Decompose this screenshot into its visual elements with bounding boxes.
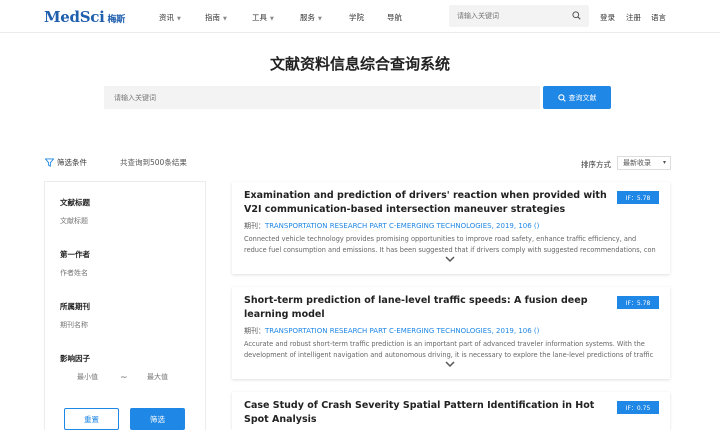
register-link[interactable]: 注册 xyxy=(626,12,641,23)
result-title[interactable]: Examination and prediction of drivers' r… xyxy=(244,189,614,217)
nav-item-navigation[interactable]: 导航 xyxy=(387,12,402,23)
result-abstract: Accurate and robust short-term traffic p… xyxy=(244,340,654,359)
title-filter-input[interactable] xyxy=(60,215,190,227)
range-separator: ~ xyxy=(120,373,128,383)
result-count: 共查询到500条结果 xyxy=(120,158,187,167)
search-literature-button[interactable]: 查询文献 xyxy=(543,86,611,109)
chevron-down-icon: ▼ xyxy=(270,16,274,22)
top-header: MedSci梅斯 资讯▼ 指南▼ 工具▼ 服务▼ 学院 导航 登录 注册 语言 xyxy=(0,0,720,33)
sort-selected-value: 最新收录 xyxy=(623,159,651,167)
impact-factor-badge: IF：5.78 xyxy=(617,296,659,309)
reset-button[interactable]: 重置 xyxy=(64,408,119,430)
filter-sidebar: 文献标题 第一作者 所属期刊 影响因子 ~ 重置 筛选 xyxy=(44,181,206,430)
impact-factor-label: 影响因子 xyxy=(60,354,90,363)
main-search-input[interactable] xyxy=(104,86,540,109)
result-journal: 期刊：TRANSPORTATION RESEARCH PART C-EMERGI… xyxy=(244,222,540,230)
chevron-down-icon: ▼ xyxy=(177,16,181,22)
nav-item-news[interactable]: 资讯 ▼ xyxy=(159,12,181,23)
expand-chevron-icon[interactable] xyxy=(445,361,455,368)
journal-link[interactable]: TRANSPORTATION RESEARCH PART C-EMERGING … xyxy=(265,327,539,335)
journal-filter-label: 所属期刊 xyxy=(60,302,90,311)
if-max-input[interactable] xyxy=(130,371,185,383)
page-title: 文献资料信息综合查询系统 xyxy=(269,55,450,73)
sort-select[interactable]: 最新收录 ▾ xyxy=(617,156,671,170)
header-search-input[interactable] xyxy=(449,5,567,27)
search-literature-label: 查询文献 xyxy=(568,93,597,102)
result-card[interactable]: Case Study of Crash Severity Spatial Pat… xyxy=(232,392,670,430)
chevron-down-icon: ▼ xyxy=(223,16,227,22)
journal-link[interactable]: TRANSPORTATION RESEARCH PART C-EMERGING … xyxy=(265,222,539,230)
result-title[interactable]: Case Study of Crash Severity Spatial Pat… xyxy=(244,399,614,427)
nav-item-services[interactable]: 服务 ▼ xyxy=(300,12,322,23)
nav-item-tools[interactable]: 工具 ▼ xyxy=(252,12,274,23)
sort-label: 排序方式 xyxy=(581,160,611,169)
filter-icon xyxy=(45,158,54,167)
caret-down-icon: ▾ xyxy=(662,159,666,166)
if-min-input[interactable] xyxy=(60,371,115,383)
result-card[interactable]: Examination and prediction of drivers' r… xyxy=(232,182,670,274)
title-filter-label: 文献标题 xyxy=(60,198,90,207)
nav-item-academy[interactable]: 学院 xyxy=(349,12,364,23)
result-card[interactable]: Short-term prediction of lane-level traf… xyxy=(232,287,670,379)
result-abstract: Connected vehicle technology provides pr… xyxy=(244,235,656,254)
author-filter-label: 第一作者 xyxy=(60,250,90,259)
header-search xyxy=(449,5,589,27)
filter-conditions-label: 筛选条件 xyxy=(45,157,87,168)
nav-item-guidelines[interactable]: 指南 ▼ xyxy=(205,12,227,23)
chevron-down-icon: ▼ xyxy=(318,16,322,22)
impact-factor-badge: IF：0.75 xyxy=(617,401,659,414)
impact-factor-badge: IF：5.78 xyxy=(617,191,659,204)
search-icon[interactable] xyxy=(572,11,581,20)
result-journal: 期刊：TRANSPORTATION RESEARCH PART C-EMERGI… xyxy=(244,327,540,335)
expand-chevron-icon[interactable] xyxy=(445,256,455,263)
journal-filter-input[interactable] xyxy=(60,319,190,331)
login-link[interactable]: 登录 xyxy=(600,12,615,23)
language-link[interactable]: 语言 xyxy=(651,12,666,23)
filter-button[interactable]: 筛选 xyxy=(130,408,185,430)
author-filter-input[interactable] xyxy=(60,267,190,279)
result-title[interactable]: Short-term prediction of lane-level traf… xyxy=(244,294,614,322)
logo[interactable]: MedSci 梅斯 xyxy=(44,8,125,26)
search-icon xyxy=(557,93,566,102)
